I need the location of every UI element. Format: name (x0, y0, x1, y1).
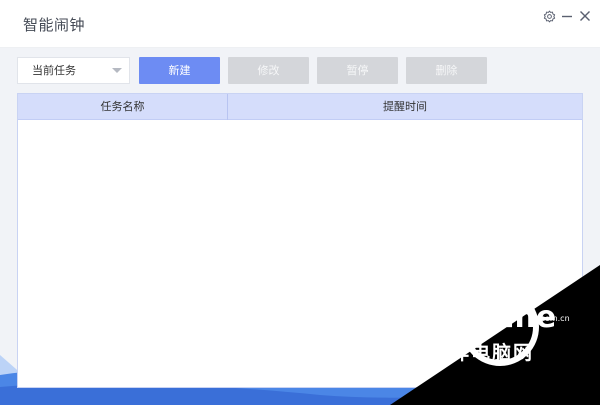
minimize-icon[interactable] (559, 8, 575, 24)
chevron-down-icon (112, 68, 122, 73)
app-title: 智能闹钟 (23, 16, 86, 34)
column-header-task-name[interactable]: 任务名称 (18, 94, 228, 120)
watermark-brand: PConline (408, 300, 556, 335)
pause-button[interactable]: 暂停 (317, 57, 398, 84)
title-bar: 智能闹钟 (0, 0, 600, 48)
task-filter-select[interactable]: 当前任务 (17, 57, 130, 84)
watermark-domain: .com.cn (538, 314, 570, 323)
delete-button[interactable]: 删除 (406, 57, 487, 84)
close-icon[interactable] (577, 8, 593, 24)
new-button[interactable]: 新建 (139, 57, 220, 84)
task-filter-value: 当前任务 (32, 64, 76, 77)
column-header-reminder-time[interactable]: 提醒时间 (228, 94, 582, 120)
app-window: 智能闹钟 当前任务 新建 修改 暂停 删除 任务名称 提醒时间 PConline… (0, 0, 600, 405)
watermark-tagline: 太平洋电脑网 (408, 341, 534, 364)
edit-button[interactable]: 修改 (228, 57, 309, 84)
pconline-watermark: PConline .com.cn 太平洋电脑网 (390, 265, 600, 405)
gear-icon[interactable] (541, 8, 557, 24)
table-header: 任务名称 提醒时间 (18, 94, 582, 120)
watermark-background (390, 265, 600, 405)
